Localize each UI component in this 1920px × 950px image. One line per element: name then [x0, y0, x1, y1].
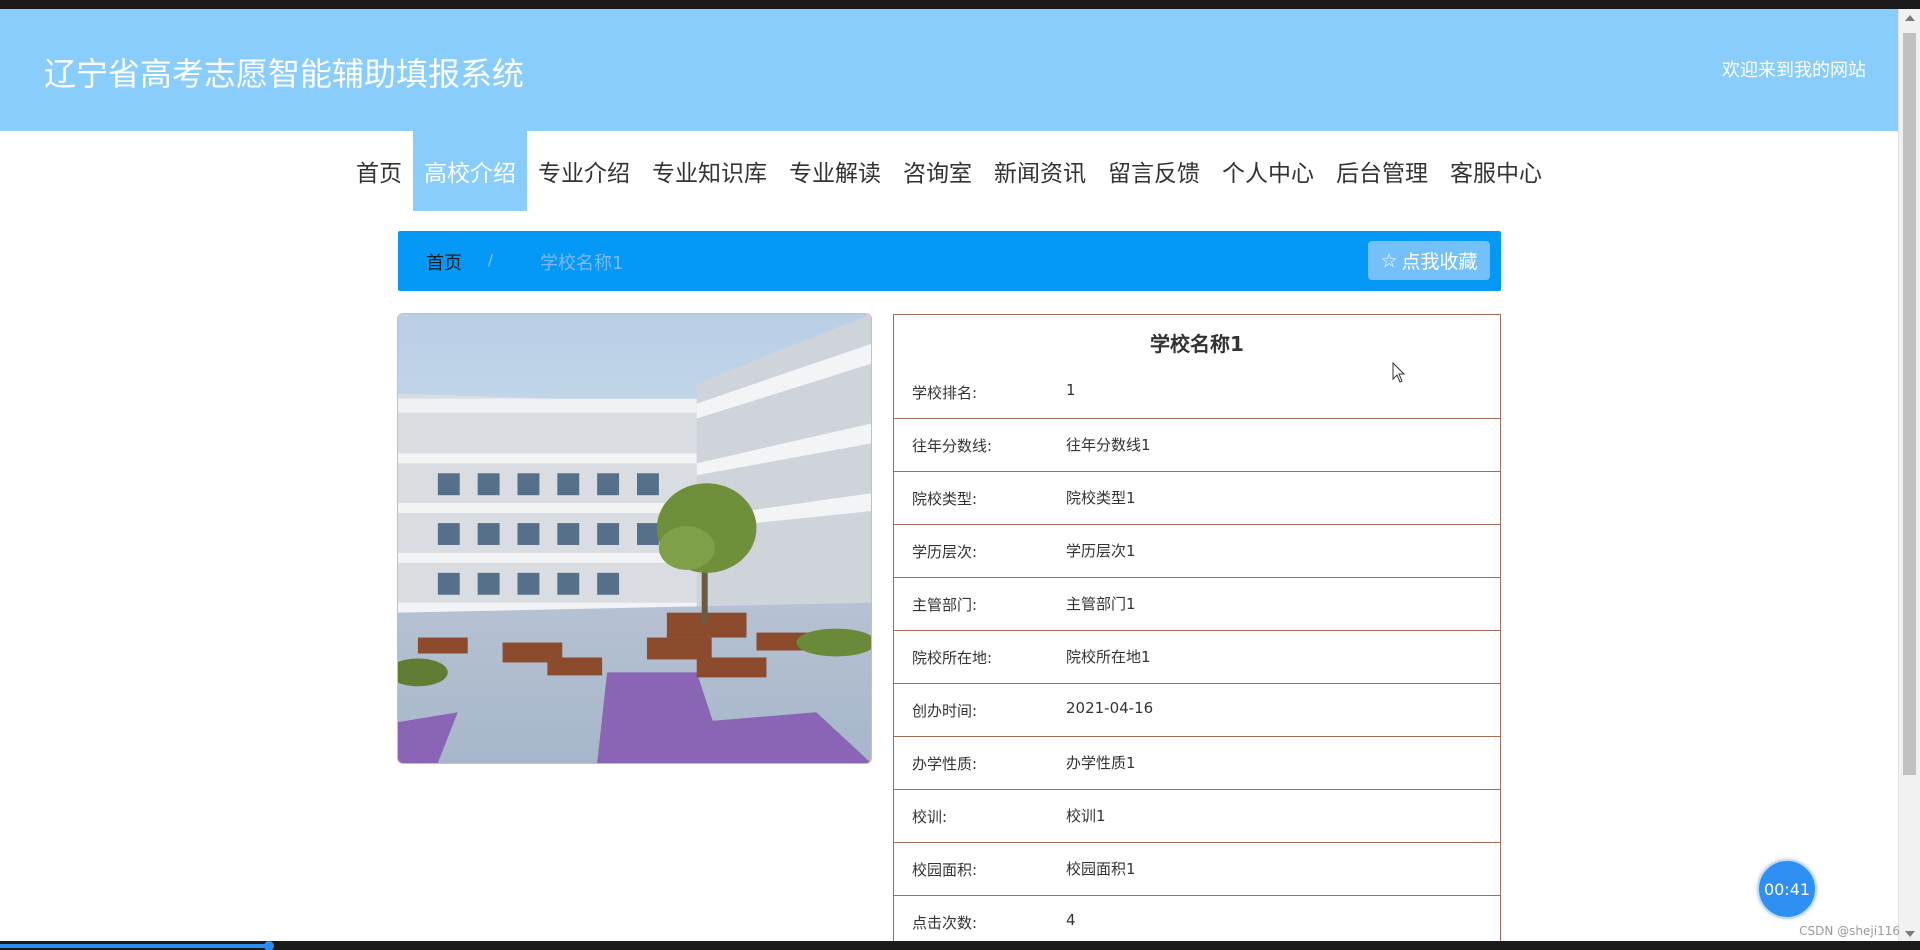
nav-item[interactable]: 留言反馈: [1097, 131, 1211, 211]
main-nav: 首页 高校介绍 专业介绍 专业知识库 专业解读 咨询室 新闻资讯 留言反馈 个人中心 后台管理 客服…: [0, 131, 1898, 211]
info-value: 校园面积1: [1066, 860, 1136, 878]
mouse-cursor-icon: [1392, 362, 1406, 383]
favorite-button-label: 点我收藏: [1401, 251, 1478, 273]
info-value: 办学性质1: [1066, 754, 1136, 772]
breadcrumb-bar: 首页 / 学校名称1 ☆ 点我收藏: [398, 231, 1501, 291]
site-title: 辽宁省高考志愿智能辅助填报系统: [44, 55, 525, 93]
info-label: 主管部门:: [912, 596, 978, 614]
breadcrumb-separator: /: [488, 251, 494, 269]
nav-item[interactable]: 咨询室: [892, 131, 983, 211]
video-bottom-bar: [0, 941, 1920, 950]
nav-item[interactable]: 客服中心: [1439, 131, 1553, 211]
info-label: 校训:: [912, 808, 948, 826]
nav-items: 首页 高校介绍 专业介绍 专业知识库 专业解读 咨询室 新闻资讯 留言反馈 个人中心 后台管理 客服…: [345, 131, 1553, 211]
nav-item[interactable]: 个人中心: [1211, 131, 1325, 211]
info-label: 创办时间:: [912, 702, 978, 720]
watermark: CSDN @sheji116: [1799, 924, 1900, 938]
nav-item[interactable]: 首页: [345, 131, 413, 211]
info-value: 院校所在地1: [1066, 648, 1151, 666]
info-row: 主管部门: 主管部门1: [894, 579, 1500, 631]
info-value: 学历层次1: [1066, 542, 1136, 560]
info-row: 学校排名: 1: [894, 367, 1500, 419]
welcome-text: 欢迎来到我的网站: [1722, 60, 1866, 81]
recording-timer[interactable]: 00:41: [1757, 859, 1817, 919]
favorite-button[interactable]: ☆ 点我收藏: [1368, 241, 1490, 280]
window-top-strip: [0, 0, 1920, 9]
info-row: 办学性质: 办学性质1: [894, 738, 1500, 790]
info-label: 办学性质:: [912, 755, 978, 773]
school-info-table: 学校名称1 学校排名: 1 往年分数线: 往年分数线1 院校类型: 院校类型1 学历层次: 学…: [893, 314, 1501, 950]
info-value: 1: [1066, 381, 1076, 399]
school-photo-illustration: [398, 314, 871, 763]
info-label: 院校类型:: [912, 490, 978, 508]
info-row: 学历层次: 学历层次1: [894, 526, 1500, 578]
video-progress-handle[interactable]: [264, 941, 274, 950]
star-outline-icon: ☆: [1380, 249, 1398, 272]
info-row: 院校类型: 院校类型1: [894, 473, 1500, 525]
scroll-up-arrow-icon[interactable]: [1905, 15, 1915, 21]
nav-item[interactable]: 高校介绍: [413, 131, 527, 211]
nav-item[interactable]: 专业知识库: [641, 131, 778, 211]
nav-item[interactable]: 专业介绍: [527, 131, 641, 211]
school-name-title: 学校名称1: [1150, 332, 1244, 356]
breadcrumb-current: 学校名称1: [540, 253, 624, 274]
page: 辽宁省高考志愿智能辅助填报系统 欢迎来到我的网站 首页 高校介绍 专业介绍 专业知识库…: [0, 0, 1920, 950]
info-label: 学校排名:: [912, 384, 978, 402]
video-progress-bar[interactable]: [0, 944, 269, 948]
nav-item[interactable]: 专业解读: [778, 131, 892, 211]
info-row: 院校所在地: 院校所在地1: [894, 632, 1500, 684]
info-row: 往年分数线: 往年分数线1: [894, 420, 1500, 472]
scroll-thumb[interactable]: [1903, 33, 1916, 775]
nav-item[interactable]: 新闻资讯: [983, 131, 1097, 211]
info-label: 点击次数:: [912, 914, 978, 932]
info-value: 往年分数线1: [1066, 436, 1151, 454]
site-header: 辽宁省高考志愿智能辅助填报系统 欢迎来到我的网站: [0, 9, 1898, 131]
breadcrumb-home-link[interactable]: 首页: [426, 249, 462, 275]
info-value: 主管部门1: [1066, 595, 1136, 613]
nav-item[interactable]: 后台管理: [1325, 131, 1439, 211]
page-scrollbar[interactable]: [1898, 9, 1920, 941]
info-label: 院校所在地:: [912, 649, 993, 667]
info-value: 校训1: [1066, 807, 1106, 825]
info-label: 学历层次:: [912, 543, 978, 561]
info-row: 校训: 校训1: [894, 791, 1500, 843]
info-value: 2021-04-16: [1066, 699, 1154, 717]
info-row: 校园面积: 校园面积1: [894, 844, 1500, 896]
info-row: 创办时间: 2021-04-16: [894, 685, 1500, 737]
info-label: 往年分数线:: [912, 437, 993, 455]
school-photo: [397, 313, 872, 764]
info-value: 院校类型1: [1066, 489, 1136, 507]
scroll-down-arrow-icon[interactable]: [1905, 931, 1915, 937]
info-value: 4: [1066, 911, 1076, 929]
info-label: 校园面积:: [912, 861, 978, 879]
